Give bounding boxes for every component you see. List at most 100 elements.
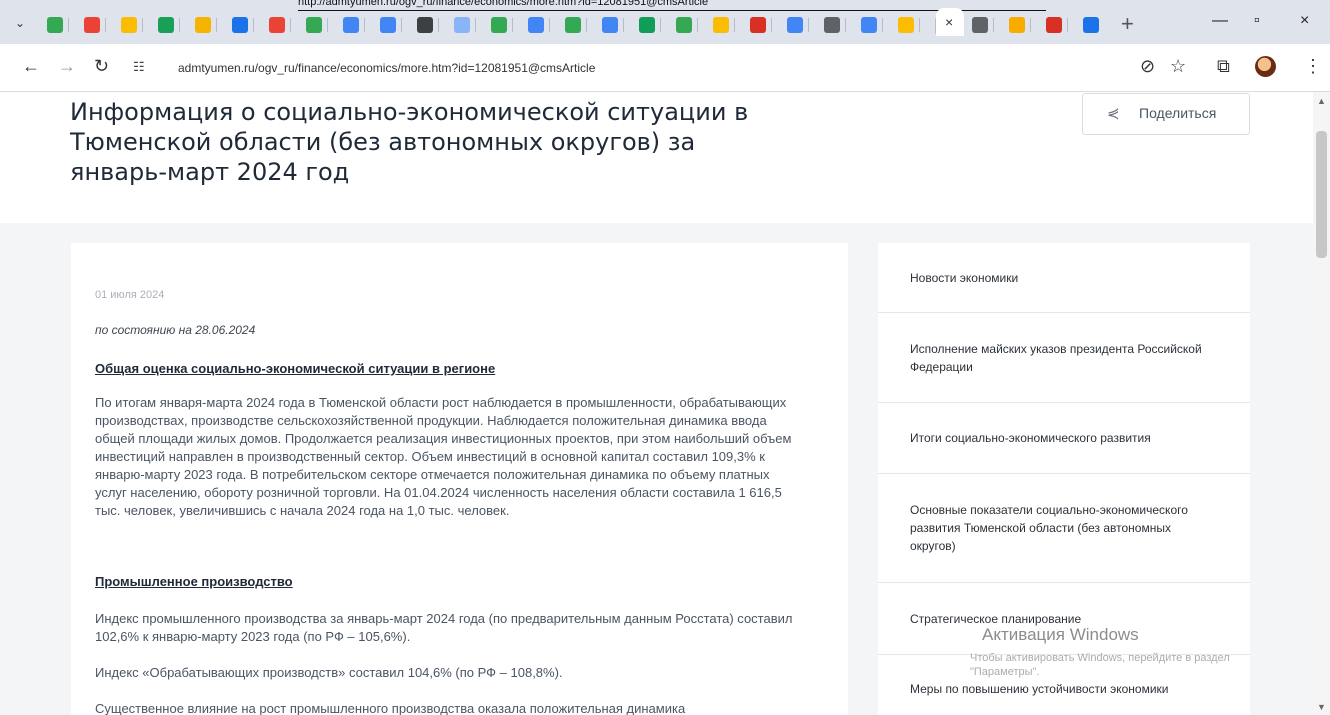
light-square-icon	[454, 17, 470, 33]
browser-tab[interactable]	[1043, 14, 1068, 36]
tab-strip	[44, 14, 1144, 36]
section-title-overview: Общая оценка социально-экономической сит…	[95, 361, 496, 376]
minimize-window-button[interactable]: —	[1212, 12, 1228, 30]
eye-off-icon[interactable]: ⊘	[1140, 56, 1155, 77]
circle-icon	[417, 17, 433, 33]
bookmark-icon	[121, 17, 137, 33]
browser-tab[interactable]	[895, 14, 920, 36]
browser-tab[interactable]	[303, 14, 328, 36]
browser-tab[interactable]	[747, 14, 772, 36]
tab-search-icon[interactable]: ⌄	[10, 13, 30, 33]
browser-tab[interactable]	[266, 14, 291, 36]
maximize-window-button[interactable]: ▫	[1254, 12, 1260, 30]
reload-button[interactable]: ↻	[94, 56, 109, 77]
browser-tab[interactable]	[155, 14, 180, 36]
browser-tab[interactable]	[229, 14, 254, 36]
windows-activation-title: Активация Windows	[982, 625, 1139, 644]
vertical-scrollbar[interactable]: ▲ ▼	[1313, 92, 1330, 715]
green-square-icon	[158, 17, 174, 33]
browser-tab[interactable]	[118, 14, 143, 36]
browser-tab[interactable]	[636, 14, 661, 36]
scrollbar-thumb[interactable]	[1316, 131, 1327, 258]
browser-tab[interactable]	[1006, 14, 1031, 36]
google-drive-icon	[47, 17, 63, 33]
section-title-industry: Промышленное производство	[95, 574, 293, 589]
sidebar-item-label: Меры по повышению устойчивости экономики	[910, 682, 1169, 696]
grid-icon	[195, 17, 211, 33]
map-icon	[528, 17, 544, 33]
check-icon	[491, 17, 507, 33]
site-info-icon[interactable]: ☷	[133, 59, 151, 77]
brand-icon	[898, 17, 914, 33]
industry-paragraph-3: Существенное влияние на рост промышленно…	[95, 701, 686, 715]
browser-tab[interactable]	[784, 14, 809, 36]
page-title: Информация о социально-экономической сит…	[70, 98, 749, 186]
article-date: 01 июля 2024	[95, 289, 165, 301]
teal-square-icon	[639, 17, 655, 33]
share-button[interactable]: ⋞ Поделиться	[1082, 93, 1250, 135]
red-badge-icon	[1046, 17, 1062, 33]
browser-tab[interactable]	[969, 14, 994, 36]
browser-tab[interactable]	[599, 14, 624, 36]
flower-icon	[1009, 17, 1025, 33]
sidebar-item-economy-news[interactable]: Новости экономики	[878, 243, 1250, 313]
browser-tab[interactable]	[1080, 14, 1102, 36]
document-icon	[380, 17, 396, 33]
bookmark-star-icon[interactable]: ☆	[1170, 56, 1186, 77]
browser-tab[interactable]	[192, 14, 217, 36]
browser-tab[interactable]	[81, 14, 106, 36]
triangle-icon	[972, 17, 988, 33]
browser-toolbar: ← → ↻ ☷ admtyumen.ru/ogv_ru/finance/econ…	[0, 44, 1330, 92]
sidebar-item-key-indicators[interactable]: Основные показатели социально-экономичес…	[878, 474, 1250, 583]
top-link[interactable]: http://admtyumen.ru/ogv_ru/finance/econo…	[298, 0, 1046, 11]
back-button[interactable]: ←	[22, 56, 40, 77]
close-tab-icon[interactable]: ×	[945, 14, 953, 30]
industry-paragraph-2: Индекс «Обрабатывающих производств» сост…	[95, 665, 563, 680]
browser-tab[interactable]	[340, 14, 365, 36]
green-dot-icon	[306, 17, 322, 33]
forward-button[interactable]: →	[58, 56, 76, 77]
browser-tab[interactable]	[821, 14, 846, 36]
tree-icon	[565, 17, 581, 33]
extensions-icon[interactable]: ⧉	[1217, 56, 1230, 77]
sidebar-item-may-decrees[interactable]: Исполнение майских указов президента Рос…	[878, 313, 1250, 403]
sidebar-item-label: Исполнение майских указов президента Рос…	[910, 341, 1202, 374]
sheet-icon	[1083, 17, 1099, 33]
browser-tab[interactable]	[377, 14, 402, 36]
profile-avatar[interactable]	[1255, 56, 1276, 77]
blue-circle-icon	[232, 17, 248, 33]
address-bar[interactable]: admtyumen.ru/ogv_ru/finance/economics/mo…	[178, 61, 595, 75]
browser-tab[interactable]	[858, 14, 883, 36]
browser-tab[interactable]	[414, 14, 439, 36]
chrome-icon	[824, 17, 840, 33]
red-pin-icon	[269, 17, 285, 33]
browser-tab[interactable]	[44, 14, 69, 36]
scroll-down-arrow[interactable]: ▼	[1317, 702, 1326, 712]
browser-tab[interactable]	[525, 14, 550, 36]
article-status-date: по состоянию на 28.06.2024	[95, 323, 256, 337]
industry-paragraph-1: Индекс промышленного производства за янв…	[95, 611, 793, 644]
browser-tab-bar: http://admtyumen.ru/ogv_ru/finance/econo…	[0, 0, 1330, 44]
sidebar-item-label: Новости экономики	[910, 270, 1019, 285]
blue-square-icon	[343, 17, 359, 33]
browser-tab[interactable]	[710, 14, 735, 36]
windows-activation-text: Чтобы активировать Windows, перейдите в …	[970, 652, 1230, 678]
article-card: 01 июля 2024 по состоянию на 28.06.2024 …	[71, 243, 848, 715]
sidebar-item-development-results[interactable]: Итоги социально-экономического развития	[878, 403, 1250, 474]
mail-icon	[787, 17, 803, 33]
gmail-icon	[84, 17, 100, 33]
share-icon: ⋞	[1107, 105, 1120, 122]
browser-tab[interactable]	[488, 14, 513, 36]
share-label: Поделиться	[1139, 105, 1217, 121]
pink-dot-icon	[750, 17, 766, 33]
scroll-up-arrow[interactable]: ▲	[1317, 96, 1326, 106]
browser-tab[interactable]	[673, 14, 698, 36]
leaf-icon	[676, 17, 692, 33]
browser-tab[interactable]	[451, 14, 476, 36]
browser-menu-icon[interactable]: ⋮	[1304, 56, 1322, 77]
close-window-button[interactable]: ×	[1300, 12, 1309, 30]
google-icon	[861, 17, 877, 33]
browser-tab[interactable]	[562, 14, 587, 36]
new-tab-button[interactable]: +	[1121, 11, 1134, 37]
sidebar-item-label: Основные показатели социально-экономичес…	[910, 503, 1188, 553]
